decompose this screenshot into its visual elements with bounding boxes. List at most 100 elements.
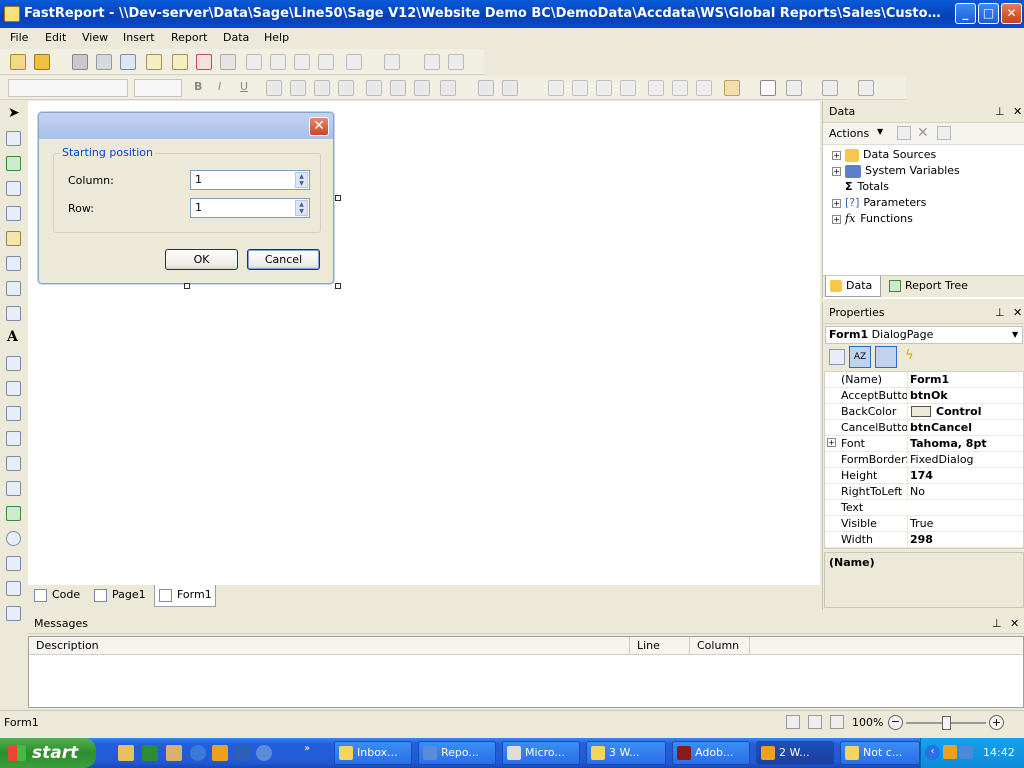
tree-item-system-variables[interactable]: + System Variables (832, 164, 960, 178)
group-box-tool-icon[interactable] (6, 306, 21, 321)
menu-view[interactable]: View (82, 31, 108, 44)
properties-view-icon[interactable] (875, 346, 897, 368)
column-spinner[interactable]: 1 ▲ ▼ (190, 170, 310, 190)
menu-insert[interactable]: Insert (123, 31, 155, 44)
chevron-down-icon[interactable]: ▼ (1012, 330, 1018, 339)
combo-box-tool-icon[interactable] (6, 206, 21, 221)
justify-icon[interactable] (338, 80, 354, 96)
border-left-icon[interactable] (596, 80, 612, 96)
events-icon[interactable]: ϟ (905, 348, 914, 363)
save-icon[interactable] (72, 54, 88, 70)
task-micro[interactable]: Micro... (502, 741, 580, 765)
row-spin-arrows[interactable]: ▲ ▼ (295, 200, 308, 216)
start-button[interactable]: start (0, 738, 96, 768)
alphabetical-icon[interactable]: AZ (849, 346, 871, 368)
properties-panel-close-icon[interactable]: ✕ (1013, 302, 1022, 324)
column-line[interactable]: Line (637, 639, 660, 652)
pin-icon[interactable]: ⊥ (995, 302, 1005, 324)
frame-icon[interactable] (760, 80, 776, 96)
expand-icon[interactable]: + (832, 214, 841, 224)
delete-page-icon[interactable] (196, 54, 212, 70)
expand-icon[interactable]: + (832, 166, 841, 176)
border-none-icon[interactable] (672, 80, 688, 96)
copy-icon[interactable] (270, 54, 286, 70)
delete-icon[interactable]: ✕ (917, 125, 929, 141)
edit-icon[interactable] (897, 126, 911, 140)
zoom-whole-page-icon[interactable] (808, 715, 822, 729)
group-icon[interactable] (424, 54, 440, 70)
border-right-icon[interactable] (620, 80, 636, 96)
minimize-button[interactable]: _ (955, 3, 976, 24)
list-box-tool-icon[interactable] (6, 356, 21, 371)
undo-icon[interactable] (346, 54, 362, 70)
tray-clock-icon[interactable] (943, 745, 957, 759)
text-color-icon[interactable] (440, 80, 456, 96)
outlook-icon[interactable] (212, 745, 228, 761)
numeric-updown-tool-icon[interactable] (6, 456, 21, 471)
cancel-button[interactable]: Cancel (247, 249, 320, 270)
menu-help[interactable]: Help (264, 31, 289, 44)
menu-edit[interactable]: Edit (45, 31, 66, 44)
column-spin-arrows[interactable]: ▲ ▼ (295, 172, 308, 188)
column-description[interactable]: Description (36, 639, 99, 652)
font-size-combo[interactable] (134, 79, 182, 97)
property-row[interactable]: Height 174 (825, 468, 1023, 484)
zoom-100-icon[interactable] (830, 715, 844, 729)
property-row[interactable]: + Font Tahoma, 8pt (825, 436, 1023, 452)
bold-icon[interactable]: B (194, 80, 202, 93)
quicklaunch-expand-icon[interactable]: » (304, 743, 310, 754)
line-width-icon[interactable] (822, 80, 838, 96)
network-icon[interactable] (959, 745, 973, 759)
data-panel-close-icon[interactable]: ✕ (1013, 101, 1022, 123)
radio-button-tool-icon[interactable] (6, 531, 21, 546)
property-row[interactable]: RightToLeft No (825, 484, 1023, 500)
align-right-icon[interactable] (314, 80, 330, 96)
zoom-in-icon[interactable]: + (989, 715, 1004, 730)
maximize-button[interactable]: □ (978, 3, 999, 24)
task-windows-explorer[interactable]: 3 W... (586, 741, 666, 765)
task-not-connected[interactable]: Not c... (840, 741, 920, 765)
dialog-close-button[interactable]: ✕ (309, 117, 329, 136)
explorer-icon[interactable] (166, 745, 182, 761)
property-row[interactable]: FormBorderStyleFixedDialog (825, 452, 1023, 468)
cut-icon[interactable] (246, 54, 262, 70)
ok-button[interactable]: OK (165, 249, 238, 270)
task-inbox[interactable]: Inbox... (334, 741, 412, 765)
rotation-icon[interactable] (502, 80, 518, 96)
font-name-combo[interactable] (8, 79, 128, 97)
save-all-icon[interactable] (96, 54, 112, 70)
categorized-icon[interactable] (829, 349, 845, 365)
zoom-out-icon[interactable]: − (888, 715, 903, 730)
picture-box-tool-icon[interactable] (6, 481, 21, 496)
border-top-icon[interactable] (548, 80, 564, 96)
open-icon[interactable] (34, 54, 50, 70)
menu-file[interactable]: File (10, 31, 28, 44)
browser-icon[interactable] (256, 745, 272, 761)
property-row[interactable]: Text (825, 500, 1023, 516)
resize-handle-bottom[interactable] (184, 283, 190, 289)
task-fastreport[interactable]: 2 W... (756, 741, 834, 765)
task-adobe[interactable]: Adob... (672, 741, 750, 765)
label-tool-icon[interactable]: A (7, 329, 18, 345)
table-tool-icon[interactable] (6, 281, 21, 296)
pointer-icon[interactable]: ➤ (8, 105, 20, 121)
tab-report-tree[interactable]: Report Tree (885, 279, 968, 292)
starting-position-dialog[interactable]: ✕ Starting position Column: 1 ▲ ▼ Row: 1 … (38, 112, 334, 284)
messages-list[interactable]: Description Line Column (28, 636, 1024, 708)
messages-close-icon[interactable]: ✕ (1010, 614, 1019, 634)
list-view-tool-icon[interactable] (6, 381, 21, 396)
expand-icon[interactable]: + (827, 438, 836, 447)
fill-color-icon[interactable] (724, 80, 740, 96)
expand-icon[interactable]: + (832, 198, 841, 208)
zoom-slider-thumb[interactable] (942, 716, 951, 730)
actions-dropdown-icon[interactable]: ▼ (877, 127, 883, 136)
new-dialog-icon[interactable] (172, 54, 188, 70)
tab-form1[interactable]: Form1 (154, 585, 216, 607)
preview-icon[interactable] (120, 54, 136, 70)
property-row[interactable]: BackColor Control (825, 404, 1023, 420)
pin-icon[interactable]: ⊥ (995, 101, 1005, 123)
valign-bottom-icon[interactable] (414, 80, 430, 96)
zoom-page-width-icon[interactable] (786, 715, 800, 729)
checked-list-tool-icon[interactable] (6, 181, 21, 196)
resize-handle-corner[interactable] (335, 283, 341, 289)
